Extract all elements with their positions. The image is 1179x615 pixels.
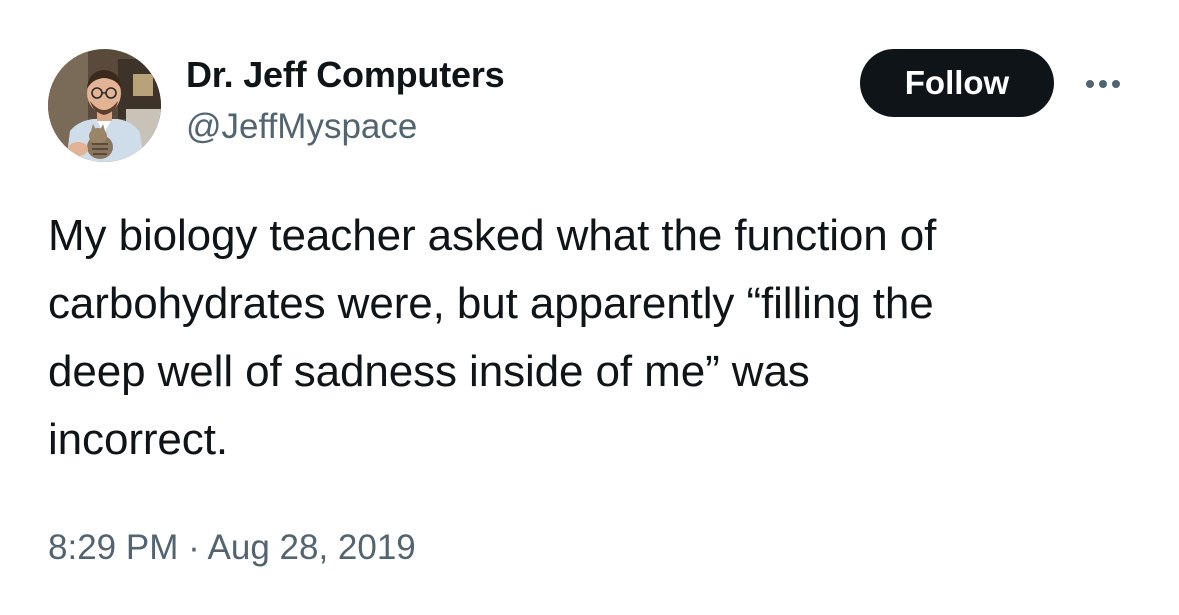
tweet-card: Dr. Jeff Computers @JeffMyspace Follow M… (0, 0, 1179, 615)
tweet-text-line: carbohydrates were, but apparently “fill… (48, 279, 934, 328)
follow-button[interactable]: Follow (860, 49, 1054, 117)
avatar[interactable] (48, 49, 161, 162)
avatar-photo (48, 49, 161, 162)
tweet-timestamp[interactable]: 8:29 PM · Aug 28, 2019 (48, 525, 416, 571)
tweet-text-line: My biology teacher asked what the functi… (48, 211, 937, 260)
author-display-name[interactable]: Dr. Jeff Computers (186, 52, 505, 98)
author-handle[interactable]: @JeffMyspace (186, 104, 504, 150)
author-info: Dr. Jeff Computers @JeffMyspace (186, 52, 505, 150)
more-options-button[interactable] (1080, 70, 1130, 98)
more-horizontal-icon (1086, 80, 1120, 88)
tweet-text: My biology teacher asked what the functi… (48, 202, 1118, 474)
tweet-text-line: incorrect. (48, 415, 228, 464)
tweet-text-line: deep well of sadness inside of me” was (48, 347, 810, 396)
